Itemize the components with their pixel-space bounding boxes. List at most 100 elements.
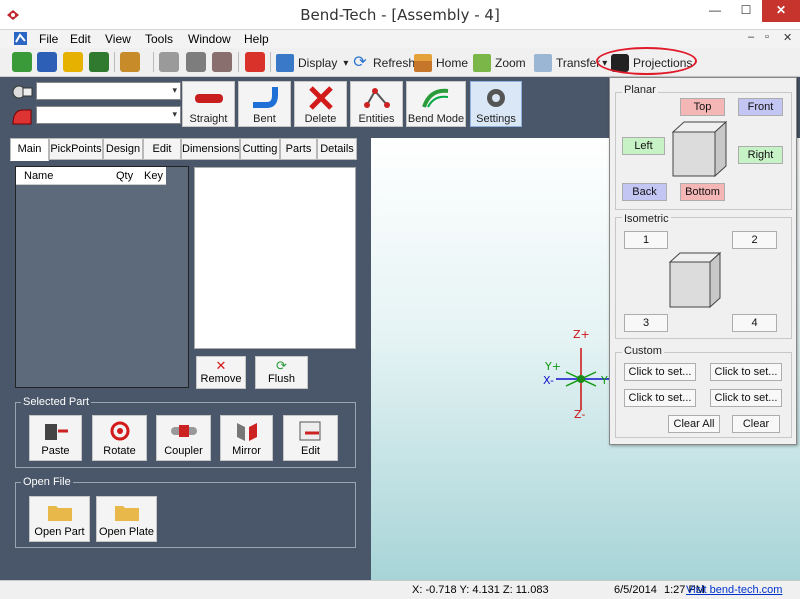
- view-right-button[interactable]: Right: [738, 146, 783, 164]
- entities-button[interactable]: Entities: [350, 81, 403, 127]
- projections-panel: Planar Top Front Left Right Back Bottom …: [609, 77, 797, 445]
- custom-slot-3-button[interactable]: Click to set...: [624, 389, 696, 407]
- axis-z-plus-label: Z+: [573, 328, 590, 341]
- tab-parts[interactable]: Parts: [280, 138, 317, 160]
- home-icon: [414, 54, 432, 72]
- refresh-button[interactable]: ⟳ Refresh: [351, 52, 415, 74]
- iso-view-1-button[interactable]: 1: [624, 231, 668, 249]
- view-back-button[interactable]: Back: [622, 183, 667, 201]
- column-header-key[interactable]: Key: [144, 170, 163, 182]
- part-icon[interactable]: [63, 52, 83, 72]
- custom-slot-1-button[interactable]: Click to set...: [624, 363, 696, 381]
- axis-z-minus-label: Z-: [574, 408, 586, 421]
- open-part-label: Open Part: [34, 526, 85, 538]
- open-plate-button[interactable]: Open Plate: [96, 496, 157, 542]
- iso-view-4-button[interactable]: 4: [732, 314, 777, 332]
- tab-main[interactable]: Main: [10, 138, 49, 161]
- menu-window[interactable]: Window: [188, 32, 231, 46]
- toolbar-separator: [114, 52, 115, 72]
- document-icon[interactable]: [13, 31, 28, 46]
- open-part-button[interactable]: Open Part: [29, 496, 90, 542]
- clear-button[interactable]: Clear: [732, 415, 780, 433]
- tab-dimensions[interactable]: Dimensions: [181, 138, 240, 160]
- isometric-label: Isometric: [622, 213, 671, 225]
- tab-details[interactable]: Details: [317, 138, 357, 160]
- parts-list[interactable]: Name Qty Key: [15, 166, 189, 388]
- new-icon[interactable]: [12, 52, 32, 72]
- website-link[interactable]: Visit bend-tech.com: [686, 584, 782, 596]
- menu-edit[interactable]: Edit: [70, 32, 91, 46]
- remove-button[interactable]: ✕ Remove: [196, 356, 246, 389]
- menu-file[interactable]: File: [39, 32, 58, 46]
- iso-view-3-button[interactable]: 3: [624, 314, 668, 332]
- flush-button[interactable]: ⟳ Flush: [255, 356, 308, 389]
- profile-combo[interactable]: ▾: [36, 82, 181, 100]
- import-icon[interactable]: [120, 52, 140, 72]
- mirror-label: Mirror: [232, 445, 261, 457]
- menu-help[interactable]: Help: [244, 32, 269, 46]
- paste-button[interactable]: Paste: [29, 415, 82, 461]
- tab-edit[interactable]: Edit: [143, 138, 181, 160]
- planar-label: Planar: [622, 84, 658, 96]
- mdi-minimize-button[interactable]: –: [748, 31, 754, 43]
- chevron-down-icon: ▾: [172, 109, 177, 119]
- toolbar-separator: [153, 52, 154, 72]
- gear-icon: [487, 89, 505, 107]
- edit-part-icon: [299, 421, 320, 441]
- clear-all-button[interactable]: Clear All: [668, 415, 720, 433]
- scanner-icon[interactable]: [159, 52, 179, 72]
- tab-pickpoints[interactable]: PickPoints: [49, 138, 103, 160]
- tube-profile-icon: [12, 85, 33, 99]
- axis-y-label: Y: [601, 374, 608, 387]
- straight-button[interactable]: Straight: [182, 81, 235, 127]
- maximize-button[interactable]: ☐: [731, 0, 761, 22]
- coupler-button[interactable]: Coupler: [156, 415, 211, 461]
- mirror-icon: [236, 423, 257, 441]
- flush-label: Flush: [268, 373, 295, 385]
- bent-button[interactable]: Bent: [238, 81, 291, 127]
- zoom-button[interactable]: Zoom: [473, 52, 526, 74]
- view-bottom-button[interactable]: Bottom: [680, 183, 725, 201]
- tab-cutting[interactable]: Cutting: [240, 138, 280, 160]
- entities-label: Entities: [358, 113, 395, 125]
- open-icon[interactable]: [37, 52, 57, 72]
- display-label: Display: [298, 56, 338, 70]
- print-preview-icon[interactable]: [212, 52, 232, 72]
- cursor-coordinates: X: -0.718 Y: 4.131 Z: 11.083: [412, 584, 549, 596]
- transfer-icon: [534, 54, 552, 72]
- display-button[interactable]: Display ▾: [276, 52, 348, 74]
- assembly-icon[interactable]: [89, 52, 109, 72]
- menu-view[interactable]: View: [105, 32, 131, 46]
- home-button[interactable]: Home: [414, 52, 468, 74]
- zoom-label: Zoom: [495, 56, 526, 70]
- print-icon[interactable]: [186, 52, 206, 72]
- delete-button[interactable]: Delete: [294, 81, 347, 127]
- tab-design[interactable]: Design: [103, 138, 143, 160]
- custom-slot-4-button[interactable]: Click to set...: [710, 389, 782, 407]
- mdi-close-button[interactable]: ✕: [783, 31, 792, 44]
- entities-icon: [363, 88, 390, 108]
- settings-button[interactable]: Settings: [470, 81, 522, 127]
- edit-part-button[interactable]: Edit: [283, 415, 338, 461]
- column-header-name[interactable]: Name: [24, 170, 53, 182]
- view-top-button[interactable]: Top: [680, 98, 725, 116]
- solidworks-icon[interactable]: [245, 52, 265, 72]
- open-file-label: Open File: [21, 476, 73, 488]
- column-header-qty[interactable]: Qty: [116, 170, 133, 182]
- bend-mode-button[interactable]: Bend Mode: [406, 81, 466, 127]
- close-button[interactable]: ✕: [762, 0, 800, 22]
- iso-view-2-button[interactable]: 2: [732, 231, 777, 249]
- view-front-button[interactable]: Front: [738, 98, 783, 116]
- view-left-button[interactable]: Left: [622, 137, 665, 155]
- delete-icon: [308, 86, 333, 110]
- bend-mode-icon: [422, 88, 449, 108]
- custom-slot-2-button[interactable]: Click to set...: [710, 363, 782, 381]
- rotate-button[interactable]: Rotate: [92, 415, 147, 461]
- mirror-button[interactable]: Mirror: [220, 415, 273, 461]
- zoom-icon: [473, 54, 491, 72]
- minimize-button[interactable]: —: [700, 0, 730, 22]
- menu-bar: File Edit View Tools Window Help – ▫ ✕: [0, 30, 800, 48]
- mdi-restore-button[interactable]: ▫: [765, 31, 769, 43]
- menu-tools[interactable]: Tools: [145, 32, 173, 46]
- material-combo[interactable]: ▾: [36, 106, 181, 124]
